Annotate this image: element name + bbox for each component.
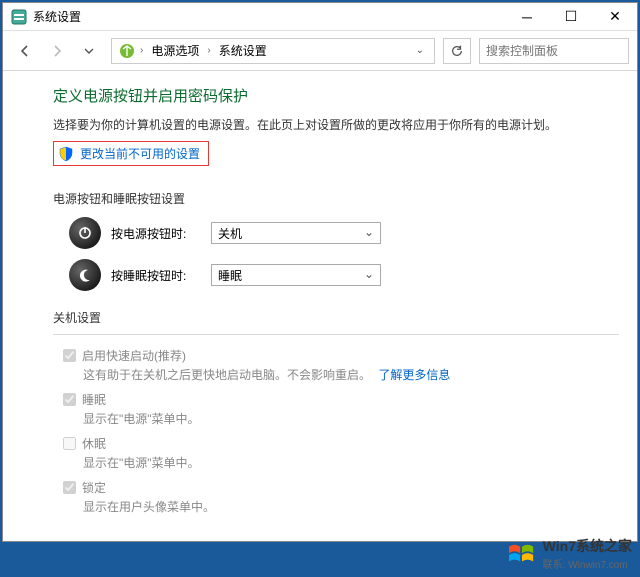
page-description: 选择要为你的计算机设置的电源设置。在此页上对设置所做的更改将应用于你所有的电源计… [53,116,619,133]
hibernate-option-label: 休眠 [82,435,106,452]
sleep-option-label: 睡眠 [82,391,106,408]
change-unavailable-link[interactable]: 更改当前不可用的设置 [80,145,200,162]
power-button-row: 按电源按钮时: 关机 [69,217,619,249]
settings-window: 系统设置 ─ ☐ ✕ › 电源选项 › 系统设置 [2,2,638,542]
watermark: Win7系统之家 联系: Winwin7.com [503,534,636,573]
back-button[interactable] [11,37,39,65]
watermark-brand: Win7系统之家 [543,536,632,556]
search-input[interactable] [479,38,629,64]
sleep-press-label: 按睡眠按钮时: [111,267,201,284]
sleep-button-row: 按睡眠按钮时: 睡眠 [69,259,619,291]
sleep-checkbox [63,393,76,406]
content-area: 定义电源按钮并启用密码保护 选择要为你的计算机设置的电源设置。在此页上对设置所做… [3,71,637,541]
power-icon [69,217,101,249]
breadcrumb-item-power-options[interactable]: 电源选项 [147,40,203,61]
power-press-select[interactable]: 关机 [211,222,381,244]
divider [53,334,619,335]
window-controls: ─ ☐ ✕ [505,3,637,31]
shield-icon [58,146,74,162]
hibernate-checkbox-row: 休眠 [63,435,619,452]
close-button[interactable]: ✕ [593,3,637,31]
hibernate-option-desc: 显示在"电源"菜单中。 [83,454,619,471]
chevron-right-icon: › [207,45,210,56]
page-heading: 定义电源按钮并启用密码保护 [53,85,619,106]
lock-option-label: 锁定 [82,479,106,496]
fast-startup-checkbox [63,349,76,362]
watermark-domain: 联系: Winwin7.com [543,556,632,571]
chevron-right-icon: › [140,45,143,56]
power-press-label: 按电源按钮时: [111,225,201,242]
shutdown-options: 启用快速启动(推荐) 这有助于在关机之后更快地启动电脑。不会影响重启。 了解更多… [63,347,619,515]
breadcrumb-item-system-settings[interactable]: 系统设置 [215,40,271,61]
hibernate-checkbox [63,437,76,450]
window-title: 系统设置 [33,8,81,25]
sleep-option-desc: 显示在"电源"菜单中。 [83,410,619,427]
lock-checkbox [63,481,76,494]
sleep-icon [69,259,101,291]
sleep-press-select[interactable]: 睡眠 [211,264,381,286]
nav-arrows [11,37,103,65]
power-press-value: 关机 [218,225,242,242]
titlebar-left: 系统设置 [3,8,81,25]
breadcrumb[interactable]: › 电源选项 › 系统设置 ⌄ [111,38,435,64]
fast-startup-label: 启用快速启动(推荐) [82,347,186,364]
change-unavailable-box: 更改当前不可用的设置 [53,141,209,166]
forward-button[interactable] [43,37,71,65]
maximize-button[interactable]: ☐ [549,3,593,31]
power-buttons-section-title: 电源按钮和睡眠按钮设置 [53,190,619,207]
refresh-button[interactable] [443,38,471,64]
lock-checkbox-row: 锁定 [63,479,619,496]
history-dropdown-button[interactable] [75,37,103,65]
power-plan-icon [118,42,136,60]
sleep-press-value: 睡眠 [218,267,242,284]
fast-startup-desc: 这有助于在关机之后更快地启动电脑。不会影响重启。 了解更多信息 [83,366,619,383]
toolbar: › 电源选项 › 系统设置 ⌄ [3,31,637,71]
lock-option-desc: 显示在用户头像菜单中。 [83,498,619,515]
breadcrumb-dropdown-icon[interactable]: ⌄ [412,41,428,60]
titlebar: 系统设置 ─ ☐ ✕ [3,3,637,31]
sleep-checkbox-row: 睡眠 [63,391,619,408]
windows-logo-icon [507,541,537,567]
minimize-button[interactable]: ─ [505,3,549,31]
app-icon [11,9,27,25]
shutdown-section-title: 关机设置 [53,309,619,326]
watermark-text: Win7系统之家 联系: Winwin7.com [543,536,632,571]
fast-startup-checkbox-row: 启用快速启动(推荐) [63,347,619,364]
learn-more-link[interactable]: 了解更多信息 [378,368,450,382]
